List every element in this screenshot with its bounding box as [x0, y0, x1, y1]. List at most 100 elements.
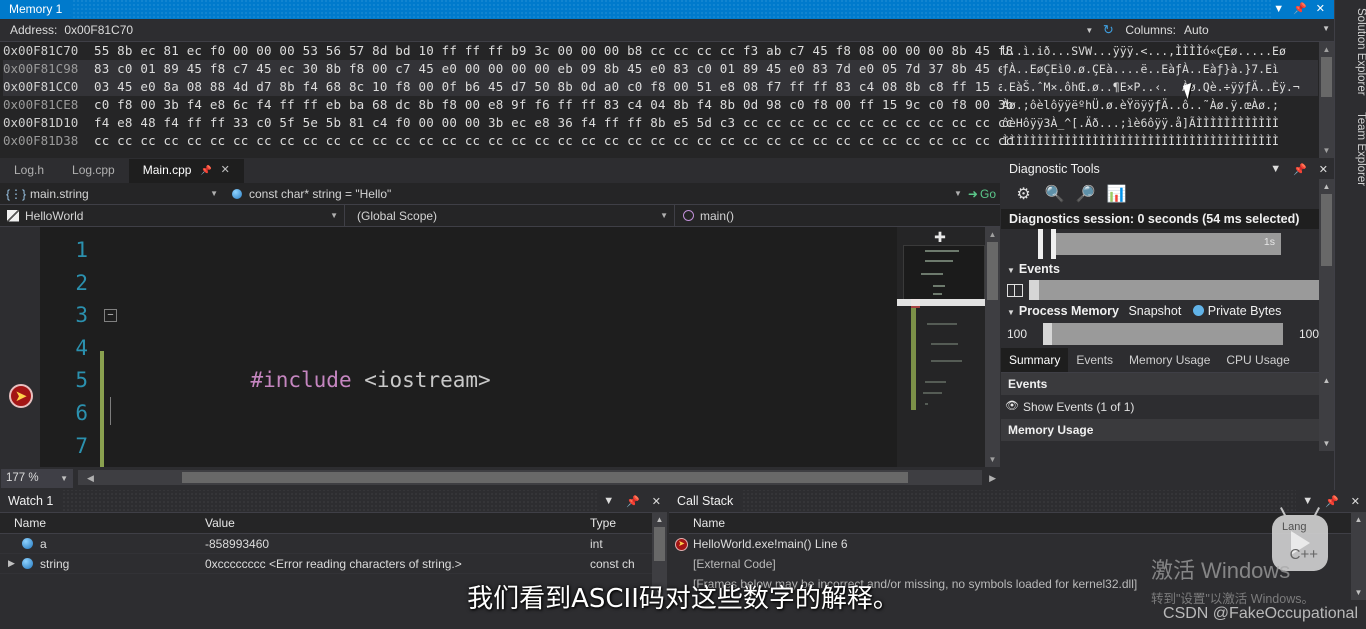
titlebar-drag-area[interactable] [61, 490, 598, 512]
memory-row-hex[interactable]: 03 45 e0 8a 08 88 4d d7 8b f4 68 8c 10 f… [94, 78, 1013, 96]
video-play-badge[interactable]: Lang C++ [1272, 507, 1328, 571]
watch-column-value[interactable]: Value [205, 516, 590, 530]
scroll-up-icon[interactable]: ▲ [652, 512, 667, 527]
minimap-drag-handle[interactable]: ✚ [929, 229, 951, 245]
minimap[interactable]: ✚ [897, 227, 985, 467]
chevron-down-icon[interactable]: ▼ [1264, 163, 1287, 175]
zoom-out-icon[interactable]: 🔎 [1075, 184, 1096, 205]
nav-expression-dropdown[interactable]: const char* string = "Hello" ▼ [224, 183, 968, 205]
timeline-marker[interactable] [1051, 229, 1056, 259]
address-history-chevron-icon[interactable]: ▼ [1081, 26, 1097, 35]
memory-row-hex[interactable]: f4 e8 48 f4 ff ff 33 c0 5f 5e 5b 81 c4 f… [94, 114, 1013, 132]
memory-row-hex[interactable]: 55 8b ec 81 ec f0 00 00 00 53 56 57 8d b… [94, 42, 1013, 60]
nav-symbol-dropdown[interactable]: {⋮} main.string ▼ [0, 183, 224, 205]
vtab-team-explorer[interactable]: Team Explorer [1335, 104, 1366, 194]
columns-select[interactable]: Auto ▼ [1184, 23, 1334, 37]
watch-column-name[interactable]: Name [0, 516, 205, 530]
process-memory-graph[interactable]: 100 100 [1001, 321, 1319, 347]
watch-vertical-scrollbar[interactable]: ▲ ▼ [652, 512, 667, 600]
tab-cpu-usage[interactable]: CPU Usage [1218, 348, 1297, 372]
close-icon[interactable]: ✕ [1313, 163, 1334, 176]
tab-summary[interactable]: Summary [1001, 348, 1069, 372]
summary-vertical-scrollbar[interactable]: ▲ ▼ [1319, 373, 1334, 451]
scroll-up-icon[interactable]: ▲ [985, 227, 1000, 242]
memory-vertical-scrollbar[interactable]: ▲ ▼ [1319, 42, 1334, 158]
memory-window-tab[interactable]: Memory 1 [0, 0, 72, 19]
memory-row-ascii[interactable]: Àø.;ôèlôÿÿëºhÜ.ø.èŸöÿÿƒÄ..ô..˜Àø.ÿ.œÀø.; [1002, 96, 1318, 114]
timeline-marker[interactable] [1038, 229, 1043, 259]
diagnostics-timeline[interactable]: 1s [1001, 229, 1319, 259]
zoom-in-icon[interactable]: 🔍 [1044, 184, 1065, 205]
code-line[interactable]: − #include <iostream> [104, 299, 1000, 392]
memory-row-hex[interactable]: c0 f8 00 3b f4 e8 6c f4 ff ff eb ba 68 d… [94, 96, 1013, 114]
memory-row-ascii[interactable]: ôèHôÿÿ3À_^[.Äð...;ìè6ôÿÿ.å]ÃÌÌÌÌÌÌÌÌÌÌÌÌ [1002, 114, 1318, 132]
call-stack-row[interactable]: ➤ HelloWorld.exe!main() Line 6 [669, 534, 1366, 554]
pin-icon[interactable]: 📌 [1319, 495, 1345, 508]
gear-icon[interactable]: ⚙ [1013, 184, 1034, 205]
diagnostics-vertical-scrollbar[interactable]: ▲ ▼ [1319, 179, 1334, 398]
scroll-down-icon[interactable]: ▼ [652, 585, 667, 600]
zoom-level-select[interactable]: 177 % ▼ [1, 468, 73, 488]
call-stack-vertical-scrollbar[interactable]: ▲ ▼ [1351, 512, 1366, 600]
scrollbar-thumb[interactable] [1321, 194, 1332, 266]
watch-row[interactable]: ▶ string 0xcccccccc <Error reading chara… [0, 554, 667, 574]
report-chart-icon[interactable]: 📊 [1106, 184, 1127, 205]
go-button[interactable]: ➜ Go [968, 187, 1000, 201]
scroll-up-icon[interactable]: ▲ [1351, 512, 1366, 527]
chevron-down-icon[interactable]: ▼ [1273, 0, 1284, 19]
memory-row-hex[interactable]: cc cc cc cc cc cc cc cc cc cc cc cc cc c… [94, 132, 1013, 150]
execution-pointer-icon[interactable]: ➤ [9, 384, 33, 408]
code-lines[interactable]: − #include <iostream> #include "Log.h" −… [104, 227, 1000, 467]
close-icon[interactable]: ✕ [221, 163, 230, 178]
events-graph-row[interactable] [1001, 279, 1319, 301]
scrollbar-thumb[interactable] [654, 527, 665, 561]
vtab-solution-explorer[interactable]: Solution Explorer [1335, 0, 1366, 104]
watch-row[interactable]: a -858993460 int [0, 534, 667, 554]
memory-row-hex[interactable]: 83 c0 01 89 45 f8 c7 45 ec 30 8b f8 00 c… [94, 60, 1013, 78]
close-icon[interactable]: ✕ [1345, 495, 1366, 508]
pin-icon[interactable]: 📌 [1293, 0, 1307, 19]
nav-member-dropdown[interactable]: main() [675, 205, 1000, 227]
editor-vertical-scrollbar[interactable]: ▲ ▼ [985, 227, 1000, 467]
scroll-down-icon[interactable]: ▼ [1351, 585, 1366, 600]
minimap-slider[interactable] [897, 299, 985, 306]
scroll-down-icon[interactable]: ▼ [1319, 143, 1334, 158]
titlebar-drag-area[interactable] [71, 0, 1274, 19]
fold-collapse-icon[interactable]: − [104, 309, 117, 323]
chevron-down-icon[interactable]: ▼ [597, 495, 620, 507]
tab-memory-usage[interactable]: Memory Usage [1121, 348, 1218, 372]
scroll-up-icon[interactable]: ▲ [1319, 179, 1334, 194]
code-text-area[interactable]: ➤ 1 2 3 4 5 6 7 − #include <iostream> ✚ … [0, 227, 1000, 467]
process-memory-section-header[interactable]: ▼ Process Memory Snapshot Private Bytes [1001, 301, 1334, 321]
scrollbar-thumb[interactable] [182, 472, 908, 483]
memory-hex-view[interactable]: 0x00F81C70 0x00F81C98 0x00F81CC0 0x00F81… [0, 42, 1334, 158]
scroll-down-icon[interactable]: ▼ [985, 452, 1000, 467]
scrollbar-thumb[interactable] [1321, 57, 1332, 97]
memory-row-ascii[interactable]: ƒÀ..EøÇEì0.ø.ÇEà....ë..EàƒÀ..Eàƒ}à.}7.Eì [1002, 60, 1318, 78]
pin-icon[interactable]: 📌 [1287, 163, 1313, 176]
expander-icon[interactable]: ▶ [8, 558, 20, 569]
timeline-track[interactable] [1053, 233, 1281, 255]
memory-ascii-column[interactable]: U..ì.ið...SVW...ÿÿÿ.<...‚ÌÌÌÌó«ÇEø.....E… [1002, 42, 1318, 150]
nav-scope-dropdown[interactable]: (Global Scope) ▼ [345, 204, 675, 227]
memory-hex-column[interactable]: 55 8b ec 81 ec f0 00 00 00 53 56 57 8d b… [94, 42, 1013, 150]
scroll-down-icon[interactable]: ▼ [1319, 436, 1334, 451]
events-track[interactable] [1029, 280, 1319, 300]
scroll-right-icon[interactable]: ▶ [989, 473, 996, 484]
scroll-up-icon[interactable]: ▲ [1319, 42, 1334, 57]
refresh-icon[interactable]: ↻ [1097, 22, 1119, 38]
memory-row-ascii[interactable]: .EàŠ.ˆM×.ôhŒ.ø..¶E×P..‹. Àø.Qè.÷ÿÿƒÄ..Èÿ… [1002, 78, 1318, 96]
close-icon[interactable]: ✕ [1316, 0, 1325, 19]
show-events-link[interactable]: 👁 Show Events (1 of 1) [1001, 395, 1319, 419]
pin-icon[interactable]: 📌 [200, 163, 211, 178]
pin-icon[interactable]: 📌 [620, 495, 646, 508]
scroll-up-icon[interactable]: ▲ [1319, 373, 1334, 388]
call-stack-row[interactable]: [Frames below may be incorrect and/or mi… [669, 574, 1366, 594]
document-tab-log-h[interactable]: Log.h [0, 159, 58, 183]
titlebar-drag-area[interactable] [741, 490, 1297, 512]
watch-row-value[interactable]: 0xcccccccc <Error reading characters of … [205, 557, 590, 571]
address-input[interactable] [64, 23, 1082, 37]
tab-events[interactable]: Events [1068, 348, 1121, 372]
memory-track[interactable] [1043, 323, 1283, 345]
glyph-margin[interactable]: ➤ [0, 227, 40, 467]
